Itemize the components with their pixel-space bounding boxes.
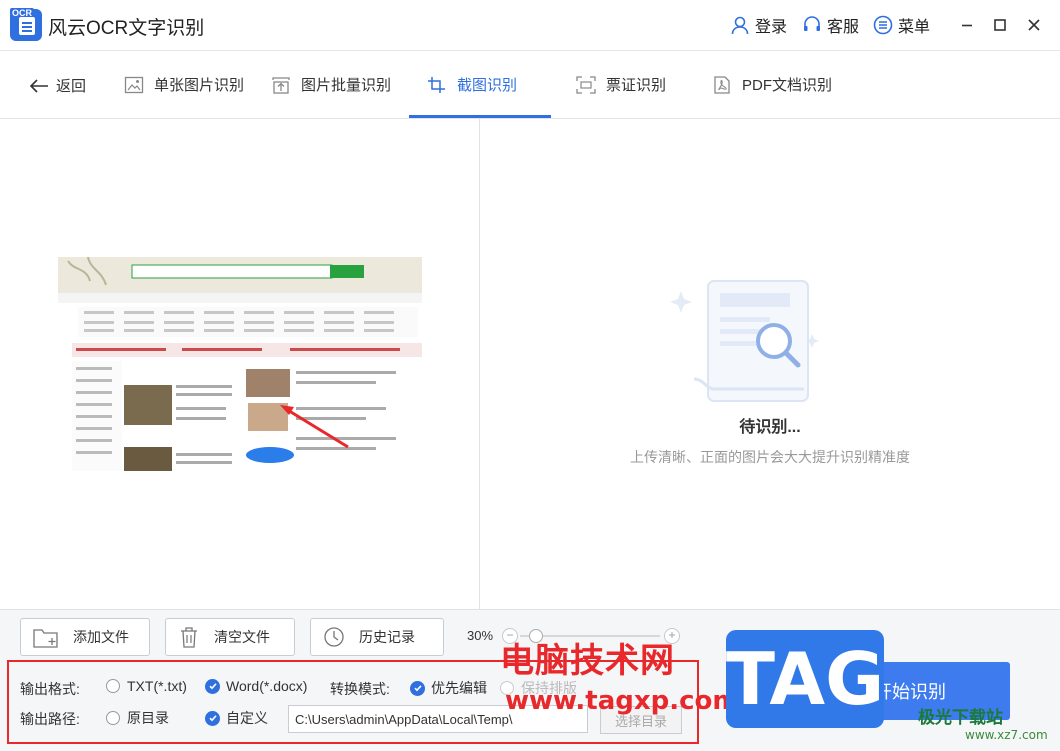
add-file-button[interactable]: 添加文件 (20, 618, 150, 656)
pdf-icon (714, 75, 730, 94)
menu-icon (873, 15, 893, 35)
document-search-illustration (670, 280, 819, 402)
watermark-site-url: www.xz7.com (965, 728, 1048, 742)
close-button[interactable] (1021, 12, 1047, 38)
app-title: 风云OCR文字识别 (48, 18, 205, 39)
tab-ticket[interactable]: 票证识别 (576, 51, 666, 118)
clock-icon (324, 627, 344, 647)
user-icon (731, 16, 749, 35)
active-tab-indicator (409, 115, 551, 118)
hint-text: 上传清晰、正面的图片会大大提升识别精准度 (630, 449, 910, 465)
watermark-tag-logo: TAG (726, 630, 884, 728)
arrow-left-icon (29, 78, 48, 93)
tab-batch-image[interactable]: 图片批量识别 (271, 51, 391, 118)
folder-add-icon (33, 629, 58, 648)
nav-bar: 返回 单张图片识别 图片批量识别 截图识别 票证识别 PDF文档识别 (0, 51, 1060, 119)
menu-button[interactable]: 菜单 (873, 13, 930, 37)
tab-label: 截图识别 (457, 77, 518, 94)
watermark-text: 电脑技术网 (500, 641, 675, 681)
minimize-icon (962, 24, 972, 27)
tab-label: 票证识别 (606, 77, 667, 94)
upload-icon (272, 76, 290, 94)
back-label: 返回 (56, 78, 87, 95)
trash-icon (181, 627, 197, 648)
maximize-button[interactable] (987, 12, 1013, 38)
zoom-value: 30% (467, 628, 494, 643)
add-file-label: 添加文件 (73, 629, 129, 645)
watermark-site-name: 极光下载站 (918, 708, 1003, 728)
back-button[interactable]: 返回 (28, 75, 86, 96)
headset-icon (804, 16, 820, 31)
menu-label: 菜单 (898, 19, 931, 36)
service-button[interactable]: 客服 (802, 13, 859, 37)
scan-icon (576, 75, 596, 94)
title-bar: OCR 风云OCR文字识别 登录 客服 菜单 (0, 0, 1060, 51)
app-logo: OCR (10, 8, 42, 41)
tab-pdf[interactable]: PDF文档识别 (712, 51, 832, 118)
login-button[interactable]: 登录 (730, 13, 787, 37)
tab-screenshot[interactable]: 截图识别 (427, 51, 517, 118)
tab-single-image[interactable]: 单张图片识别 (124, 51, 244, 118)
status-text: 待识别... (739, 419, 801, 436)
close-icon (1028, 19, 1040, 31)
clear-files-button[interactable]: 清空文件 (165, 618, 295, 656)
webpage-screenshot-image (58, 257, 422, 471)
preview-panel (0, 119, 480, 609)
tab-label: 单张图片识别 (154, 77, 245, 94)
history-button[interactable]: 历史记录 (310, 618, 444, 656)
tab-label: PDF文档识别 (742, 77, 833, 94)
result-panel: 待识别... 上传清晰、正面的图片会大大提升识别精准度 (480, 119, 1060, 609)
tab-label: 图片批量识别 (301, 77, 392, 94)
maximize-icon (994, 19, 1006, 31)
login-label: 登录 (755, 19, 788, 36)
history-label: 历史记录 (359, 629, 415, 645)
service-label: 客服 (827, 19, 860, 36)
minimize-button[interactable] (954, 12, 980, 38)
watermark-url: www.tagxp.com (505, 686, 740, 716)
image-icon (124, 76, 144, 93)
crop-icon (428, 76, 445, 93)
clear-files-label: 清空文件 (214, 629, 270, 645)
screenshot-thumbnail[interactable] (58, 257, 422, 471)
